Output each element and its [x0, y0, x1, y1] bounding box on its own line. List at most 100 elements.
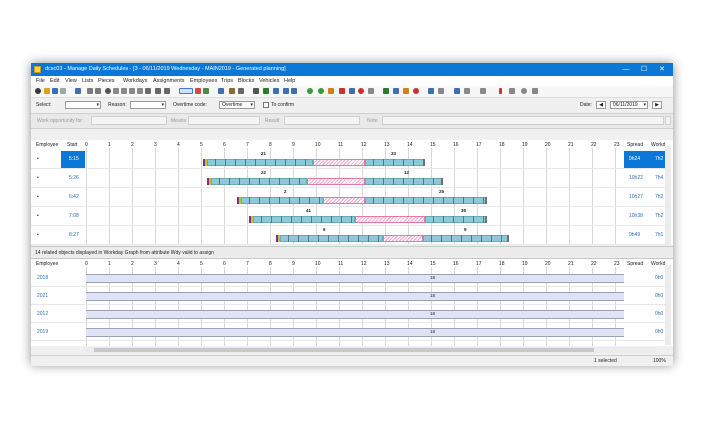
horizontal-scrollbar[interactable] [86, 347, 656, 353]
chart-red-icon[interactable] [195, 88, 201, 94]
menu-vehicles[interactable]: Vehicles [259, 78, 280, 84]
cut-icon[interactable] [263, 88, 269, 94]
grid-icon[interactable] [87, 88, 93, 94]
settings-icon[interactable] [105, 88, 111, 94]
menu-blocks[interactable]: Blocks [238, 78, 254, 84]
schedule-row[interactable]: • 5:15 9h24 7h2 21 33 [31, 150, 673, 169]
chart-green-icon[interactable] [203, 88, 209, 94]
work-piece-bar[interactable] [423, 235, 509, 242]
employee-column-header[interactable]: Employee [36, 261, 58, 267]
menu-help[interactable]: Help [284, 78, 295, 84]
undo-icon[interactable] [283, 88, 289, 94]
info-icon[interactable] [480, 88, 486, 94]
select-dropdown[interactable]: ▾ [65, 101, 101, 109]
copy-icon[interactable] [60, 88, 66, 94]
workday-column-header[interactable]: Workd [651, 142, 665, 148]
open-folder-icon[interactable] [44, 88, 50, 94]
schedule-row[interactable]: • 8:27 9h49 7h1 6 9 [31, 226, 673, 245]
palette-icon[interactable] [229, 88, 235, 94]
break-hatched-bar[interactable] [355, 216, 425, 223]
move-icon[interactable] [509, 88, 515, 94]
person-icon[interactable] [328, 88, 334, 94]
menu-lists[interactable]: Lists [82, 78, 93, 84]
work-piece-bar[interactable] [365, 159, 425, 166]
break-hatched-bar[interactable] [383, 235, 423, 242]
green-dot-icon[interactable] [307, 88, 313, 94]
work-piece-bar[interactable] [425, 216, 487, 223]
clock-icon[interactable] [35, 88, 41, 94]
zoom-in-icon[interactable] [121, 88, 127, 94]
unlink-icon[interactable] [438, 88, 444, 94]
person-add-icon[interactable] [318, 88, 324, 94]
pin-icon[interactable] [499, 88, 502, 94]
next-date-button[interactable]: ▶ [652, 101, 662, 109]
redo-icon[interactable] [291, 88, 297, 94]
save-icon[interactable] [52, 88, 58, 94]
menu-file[interactable]: File [36, 78, 45, 84]
workday-span-bar[interactable] [86, 274, 624, 283]
swap-icon[interactable] [393, 88, 399, 94]
workday-span-bar[interactable] [86, 328, 624, 337]
schedule-row[interactable]: • 5:26 10h22 7h4 22 12 [31, 169, 673, 188]
zoom-fit-icon[interactable] [113, 88, 119, 94]
work-opportunity-field[interactable] [91, 116, 167, 125]
spread-column-header[interactable]: Spread [627, 142, 643, 148]
forbidden-icon[interactable] [413, 88, 419, 94]
note-field[interactable] [382, 116, 664, 125]
print-icon[interactable] [454, 88, 460, 94]
stop-icon[interactable] [358, 88, 364, 94]
calendar-icon[interactable] [218, 88, 224, 94]
blue-square-icon[interactable] [349, 88, 355, 94]
start-column-header[interactable]: Start [67, 142, 78, 148]
work-piece-bar[interactable] [253, 216, 355, 223]
related-row[interactable]: 2021 18 0h0 [31, 287, 673, 305]
vertical-scrollbar[interactable] [665, 265, 671, 345]
format-icon[interactable] [164, 88, 170, 94]
vertical-scrollbar[interactable] [665, 146, 671, 245]
menu-trips[interactable]: Trips [221, 78, 233, 84]
date-picker[interactable]: 06/11/2019 ▾ [610, 101, 648, 109]
menu-pieces[interactable]: Pieces [98, 78, 115, 84]
minimize-button[interactable]: — [617, 64, 635, 75]
related-row[interactable]: 2019 18 0h0 [31, 323, 673, 341]
export-icon[interactable] [464, 88, 470, 94]
maximize-button[interactable]: ☐ [635, 64, 653, 75]
result-field[interactable] [284, 116, 360, 125]
menu-view[interactable]: View [65, 78, 77, 84]
align-icon[interactable] [155, 88, 161, 94]
related-row[interactable]: 2012 18 0h0 [31, 305, 673, 323]
employee-column-header[interactable]: Employee [36, 142, 58, 148]
menu-assignments[interactable]: Assignments [153, 78, 185, 84]
break-hatched-bar[interactable] [307, 178, 365, 185]
menu-workdays[interactable]: Workdays [123, 78, 147, 84]
break-hatched-bar[interactable] [323, 197, 365, 204]
to-confirm-checkbox[interactable] [263, 102, 269, 108]
more-icon[interactable] [532, 88, 538, 94]
work-piece-bar[interactable] [241, 197, 323, 204]
workday-span-bar[interactable] [86, 292, 624, 301]
work-piece-bar[interactable] [207, 159, 313, 166]
means-field[interactable] [188, 116, 260, 125]
list-icon[interactable] [95, 88, 101, 94]
transfer-icon[interactable] [403, 88, 409, 94]
download-icon[interactable] [383, 88, 389, 94]
horizontal-scroll-thumb[interactable] [94, 348, 594, 352]
work-piece-bar[interactable] [365, 178, 443, 185]
workday-span-bar[interactable] [86, 310, 624, 319]
filter-icon[interactable] [145, 88, 151, 94]
merge-icon[interactable] [273, 88, 279, 94]
menu-employees[interactable]: Employees [190, 78, 217, 84]
filter-clear-button[interactable] [665, 116, 671, 125]
menu-edit[interactable]: Edit [50, 78, 59, 84]
schedule-row[interactable]: • 7:08 10h38 7h2 41 35 [31, 207, 673, 226]
gantt-view-icon[interactable] [179, 88, 193, 94]
search-icon[interactable] [137, 88, 143, 94]
checkbox-tool-icon[interactable] [75, 88, 81, 94]
zoom-out-icon[interactable] [129, 88, 135, 94]
reason-dropdown[interactable]: ▾ [130, 101, 166, 109]
link-icon[interactable] [428, 88, 434, 94]
overtime-code-dropdown[interactable]: Overtime ▾ [219, 101, 255, 109]
close-button[interactable]: ✕ [653, 64, 671, 75]
break-hatched-bar[interactable] [313, 159, 365, 166]
related-row[interactable]: 2018 18 0h0 [31, 269, 673, 287]
